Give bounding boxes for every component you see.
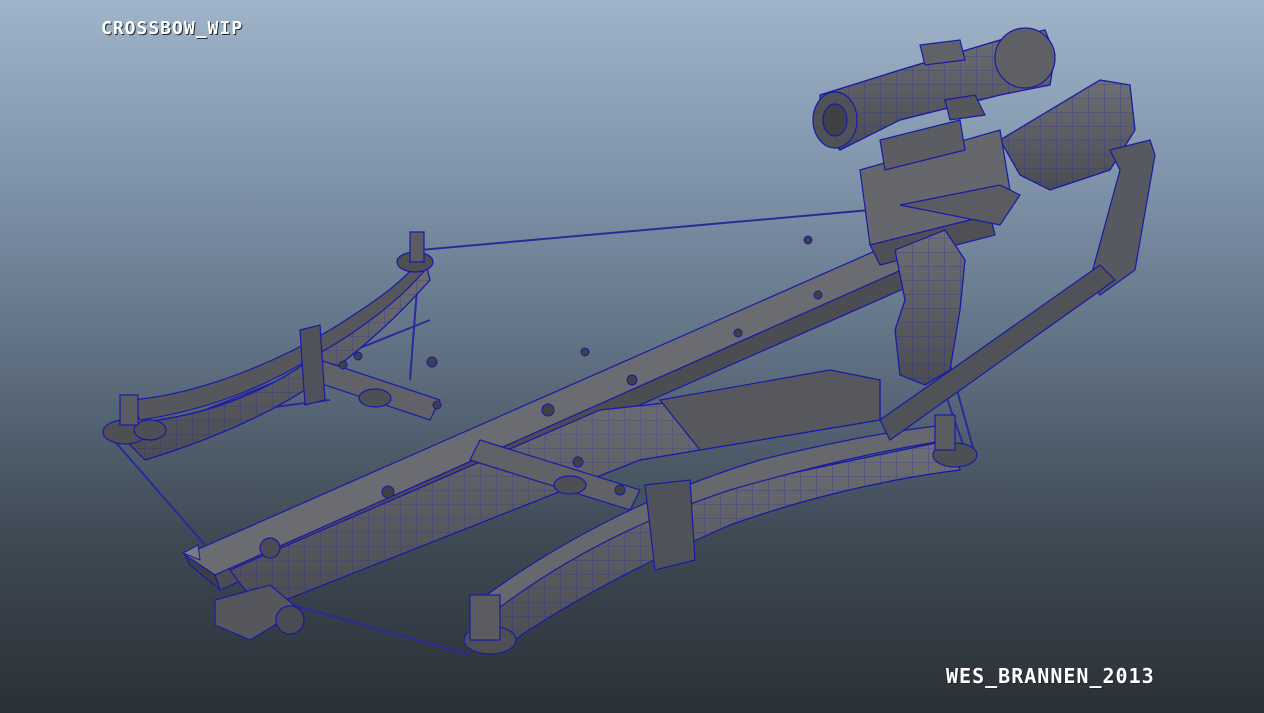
pistol-grip [894, 229, 966, 386]
3d-viewport[interactable]: CROSSBOW_WIP WES_BRANNEN_2013 [0, 0, 1264, 713]
crossbow-wireframe-icon [102, 27, 1156, 656]
viewport-title: CROSSBOW_WIP [101, 18, 244, 39]
author-credit: WES_BRANNEN_2013 [946, 664, 1155, 688]
